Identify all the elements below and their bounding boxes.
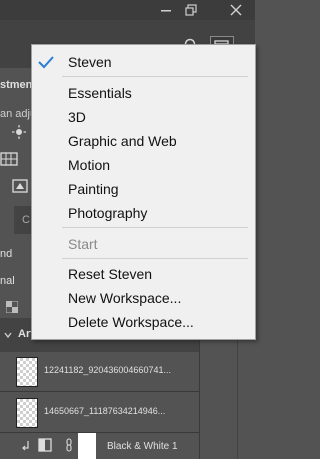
layer-thumbnail — [16, 357, 38, 387]
layer-mask-thumbnail[interactable] — [78, 433, 96, 459]
layer-name: Black & White 1 — [107, 441, 178, 452]
restore-icon — [185, 4, 197, 16]
menu-item-essentials[interactable]: Essentials — [68, 85, 132, 101]
chevron-down-icon[interactable] — [4, 331, 12, 339]
layer-row[interactable]: 12241182_920436004660741... — [0, 351, 199, 392]
checkerboard-icon — [5, 300, 19, 314]
layer-thumbnail — [16, 398, 38, 428]
selective-color-adjustment-button[interactable] — [12, 179, 28, 198]
lock-transparent-button[interactable] — [5, 300, 19, 318]
close-button[interactable] — [220, 0, 252, 20]
grid-table-icon — [0, 152, 18, 166]
checkmark-icon — [38, 56, 54, 69]
chain-link-icon[interactable] — [66, 438, 72, 452]
title-bar — [0, 0, 255, 20]
menu-separator — [62, 76, 248, 77]
channels-tab[interactable]: C — [22, 214, 30, 226]
minimize-icon — [161, 10, 171, 12]
adjustment-layer-icon — [38, 438, 52, 452]
layer-row[interactable]: Black & White 1 — [0, 433, 199, 459]
menu-separator — [62, 258, 248, 259]
menu-item-photography[interactable]: Photography — [68, 205, 147, 221]
menu-item-start: Start — [68, 236, 98, 252]
layers-tab[interactable] — [0, 206, 14, 234]
menu-item-delete-workspace[interactable]: Delete Workspace... — [68, 314, 194, 330]
menu-separator — [62, 227, 248, 228]
channel-mixer-adjustment-button[interactable] — [0, 152, 18, 171]
layer-name: 12241182_920436004660741... — [44, 365, 171, 375]
close-icon — [230, 4, 242, 16]
blend-mode-select[interactable]: nal — [0, 275, 15, 287]
menu-item-reset-workspace[interactable]: Reset Steven — [68, 266, 152, 282]
restore-button[interactable] — [175, 0, 207, 20]
menu-item-motion[interactable]: Motion — [68, 157, 110, 173]
workspace-menu: Steven Essentials 3D Graphic and Web Mot… — [31, 44, 256, 340]
layer-row[interactable]: 14650667_11187634214946... — [0, 392, 199, 433]
layer-filter-kind[interactable]: nd — [0, 248, 12, 260]
brightness-adjustment-button[interactable] — [12, 125, 26, 144]
menu-item-painting[interactable]: Painting — [68, 181, 119, 197]
layer-name: 14650667_11187634214946... — [44, 406, 166, 416]
menu-item-current-workspace[interactable]: Steven — [68, 54, 112, 70]
clipping-arrow-icon — [22, 441, 29, 451]
selective-color-icon — [12, 179, 28, 193]
brightness-icon — [12, 125, 26, 139]
menu-item-graphic-and-web[interactable]: Graphic and Web — [68, 133, 177, 149]
menu-item-3d[interactable]: 3D — [68, 109, 86, 125]
menu-item-new-workspace[interactable]: New Workspace... — [68, 290, 181, 306]
